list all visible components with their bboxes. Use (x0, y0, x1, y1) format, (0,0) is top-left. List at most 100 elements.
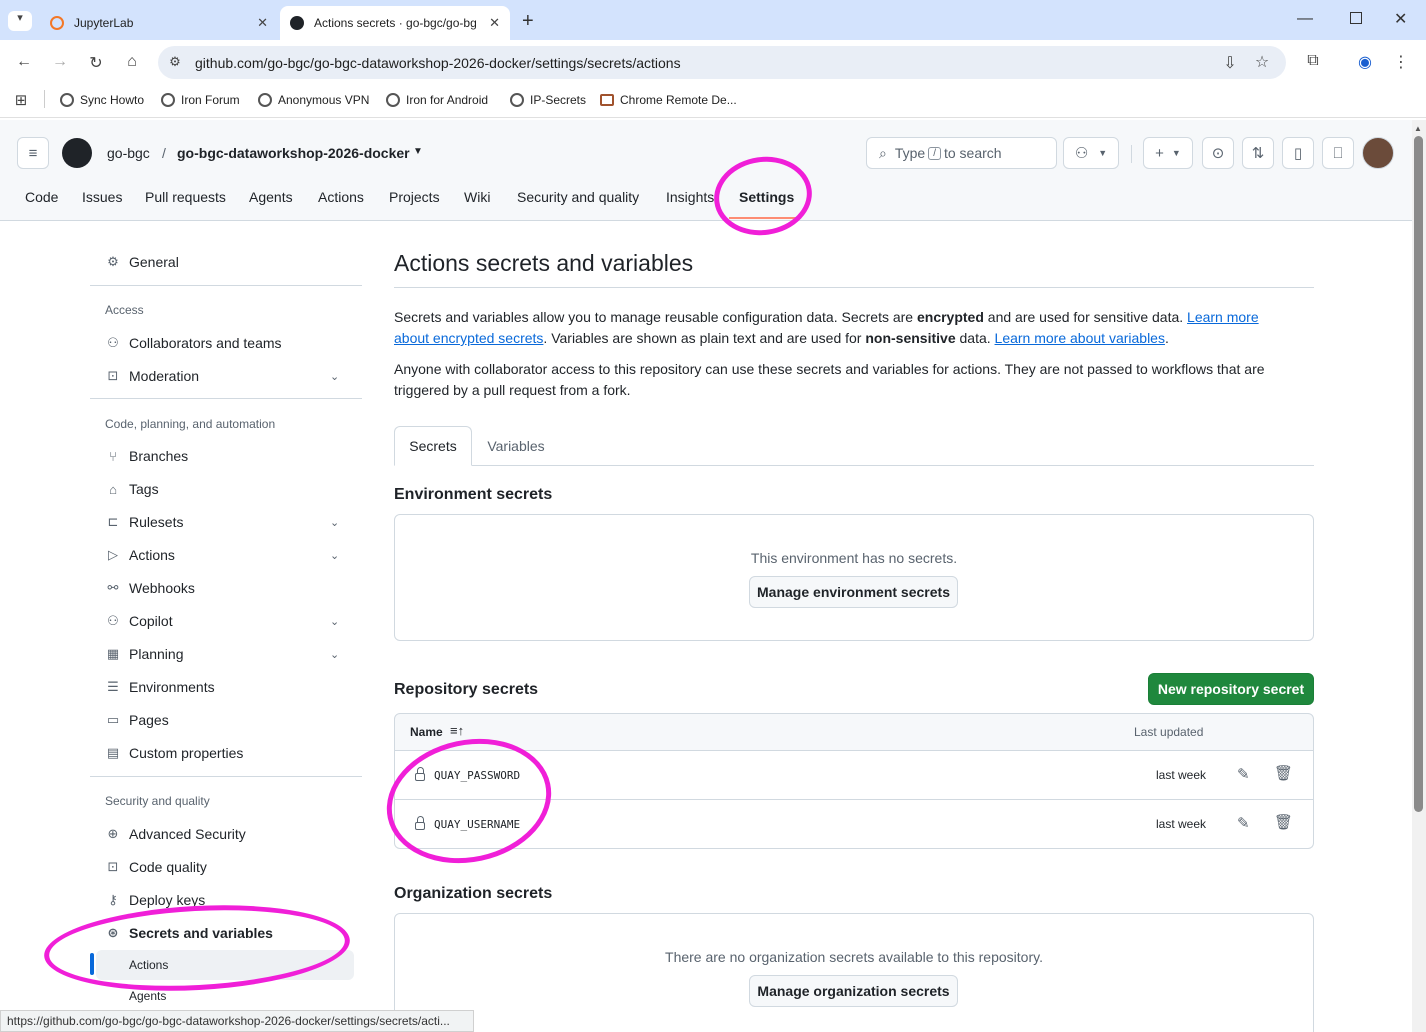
browser-tab-jupyterlab[interactable]: JupyterLab ✕ (40, 6, 278, 40)
repo-name-link[interactable]: go-bgc-dataworkshop-2026-docker (177, 145, 410, 161)
search-input[interactable]: ⌕ Type / to search (866, 137, 1057, 169)
close-window-icon[interactable]: ✕ (1394, 9, 1407, 29)
sidebar-item-general[interactable]: ⚙ General (105, 254, 179, 270)
repository-secrets-heading: Repository secrets (394, 681, 539, 698)
install-app-icon[interactable]: ⇩ (1218, 53, 1242, 73)
bookmark-item[interactable]: Sync Howto (60, 93, 144, 107)
new-tab-button[interactable]: + (522, 10, 534, 33)
nav-projects[interactable]: Projects (389, 189, 440, 205)
sidebar-item-collaborators[interactable]: ⚇ Collaborators and teams (105, 335, 281, 351)
issues-icon[interactable]: ⊙ (1202, 137, 1234, 169)
intro-paragraph: Secrets and variables allow you to manag… (394, 309, 1259, 346)
extensions-icon[interactable]: ⧉ (1301, 52, 1325, 70)
chevron-down-icon[interactable]: ⌄ (330, 648, 339, 661)
sidebar-item-moderation[interactable]: ⊡ Moderation (105, 368, 200, 384)
apps-grid-icon[interactable]: ⊞ (9, 91, 33, 109)
bookmark-star-icon[interactable]: ☆ (1250, 52, 1274, 72)
nav-security-and-quality[interactable]: Security and quality (517, 189, 639, 205)
chevron-down-icon[interactable]: ⌄ (330, 370, 339, 383)
nav-agents[interactable]: Agents (249, 189, 293, 205)
repositories-icon[interactable]: ▯ (1282, 137, 1314, 169)
sidebar-item-pages[interactable]: ▭ Pages (105, 712, 169, 728)
sidebar-item-actions[interactable]: ▷ Actions (105, 547, 175, 563)
url-text[interactable]: github.com/go-bgc/go-bgc-dataworkshop-20… (195, 55, 681, 71)
sidebar-item-webhooks[interactable]: ⚯ Webhooks (105, 580, 195, 596)
owner-link[interactable]: go-bgc (107, 145, 150, 161)
tab-variables[interactable]: Variables (474, 426, 558, 466)
home-icon[interactable]: ⌂ (120, 53, 144, 71)
nav-code[interactable]: Code (25, 189, 58, 205)
sidebar-item-environments[interactable]: ☰ Environments (105, 679, 214, 695)
reload-icon[interactable]: ↻ (84, 53, 108, 73)
chevron-down-icon[interactable]: ⌄ (330, 549, 339, 562)
maximize-icon[interactable] (1350, 12, 1362, 24)
nav-pull-requests[interactable]: Pull requests (145, 189, 226, 205)
browser-tab-github[interactable]: Actions secrets · go-bgc/go-bg ✕ (280, 6, 510, 40)
nav-actions[interactable]: Actions (318, 189, 364, 205)
pull-requests-icon[interactable]: ⇅ (1242, 137, 1274, 169)
create-new-button[interactable]: + ▼ (1143, 137, 1193, 169)
scroll-up-icon[interactable]: ▲ (1414, 124, 1422, 133)
sidebar-item-branches[interactable]: ⑂ Branches (105, 448, 188, 464)
sidebar-item-code-quality[interactable]: ⊡ Code quality (105, 859, 207, 875)
pencil-icon[interactable]: ✎ (1237, 765, 1250, 783)
inbox-icon[interactable]: ⎕ (1322, 137, 1354, 169)
new-repository-secret-button[interactable]: New repository secret (1148, 673, 1314, 705)
bookmark-item[interactable]: Iron for Android (386, 93, 488, 107)
tab-label: JupyterLab (74, 16, 134, 30)
bookmark-item[interactable]: Chrome Remote De... (600, 93, 737, 107)
sort-ascending-icon[interactable]: ≡↑ (450, 723, 464, 738)
globe-icon (161, 93, 175, 107)
close-tab-icon[interactable]: ✕ (257, 15, 268, 31)
sidebar-item-advanced-security[interactable]: ⊕ Advanced Security (105, 826, 246, 842)
note-icon: ▤ (106, 745, 120, 760)
chevron-down-icon[interactable]: ⌄ (330, 516, 339, 529)
environment-secrets-heading: Environment secrets (394, 486, 553, 503)
repo-dropdown-icon[interactable]: ▼ (413, 146, 423, 157)
bookmark-item[interactable]: IP-Secrets (510, 93, 586, 107)
github-logo-icon[interactable] (62, 138, 92, 168)
bookmark-item[interactable]: Anonymous VPN (258, 93, 369, 107)
forward-icon[interactable]: → (48, 53, 72, 71)
close-tab-icon[interactable]: ✕ (489, 15, 500, 31)
nav-issues[interactable]: Issues (82, 189, 122, 205)
trash-icon[interactable]: 🗑 (1274, 813, 1293, 831)
copilot-button[interactable]: ⚇ ▼ (1063, 137, 1119, 169)
report-icon: ⊡ (107, 368, 119, 383)
hamburger-menu-icon[interactable]: ≡ (17, 137, 49, 169)
profile-icon[interactable]: ◉ (1353, 52, 1377, 72)
site-info-icon[interactable]: ⚙ (163, 54, 187, 70)
sidebar-item-tags[interactable]: ⌂ Tags (105, 481, 159, 497)
sidebar-item-custom-properties[interactable]: ▤ Custom properties (105, 745, 244, 761)
divider (90, 398, 362, 399)
bookmark-item[interactable]: Iron Forum (161, 93, 240, 107)
organization-secrets-box (394, 913, 1314, 1032)
scrollbar-thumb[interactable] (1414, 136, 1423, 812)
menu-kebab-icon[interactable]: ⋮ (1389, 52, 1413, 72)
avatar[interactable] (1362, 137, 1394, 169)
tab-search-icon[interactable]: ▾ (8, 11, 32, 31)
sidebar-item-rulesets[interactable]: ⊏ Rulesets (105, 514, 184, 530)
manage-organization-secrets-button[interactable]: Manage organization secrets (749, 975, 958, 1007)
trash-icon[interactable]: 🗑 (1274, 764, 1293, 782)
sidebar-subitem-agents[interactable]: Agents (129, 989, 166, 1003)
tab-secrets[interactable]: Secrets (394, 426, 472, 466)
minimize-icon[interactable]: — (1297, 10, 1313, 28)
play-icon: ▷ (108, 547, 118, 562)
tag-icon: ⌂ (109, 481, 117, 497)
pencil-icon[interactable]: ✎ (1237, 814, 1250, 832)
sidebar-heading-code: Code, planning, and automation (105, 417, 276, 431)
nav-insights[interactable]: Insights (666, 189, 714, 205)
chevron-down-icon[interactable]: ⌄ (330, 615, 339, 628)
back-icon[interactable]: ← (12, 53, 36, 71)
sidebar-item-copilot[interactable]: ⚇ Copilot (105, 613, 172, 629)
remote-desktop-icon (600, 94, 614, 106)
search-icon: ⌕ (879, 144, 887, 161)
environment-empty-text: This environment has no secrets. (750, 550, 958, 566)
learn-more-variables-link[interactable]: Learn more about variables (995, 330, 1165, 346)
column-name-header[interactable]: Name (410, 725, 443, 739)
divider (1131, 145, 1132, 163)
manage-environment-secrets-button[interactable]: Manage environment secrets (749, 576, 958, 608)
sidebar-item-planning[interactable]: ▦ Planning (105, 646, 184, 662)
nav-wiki[interactable]: Wiki (464, 189, 490, 205)
